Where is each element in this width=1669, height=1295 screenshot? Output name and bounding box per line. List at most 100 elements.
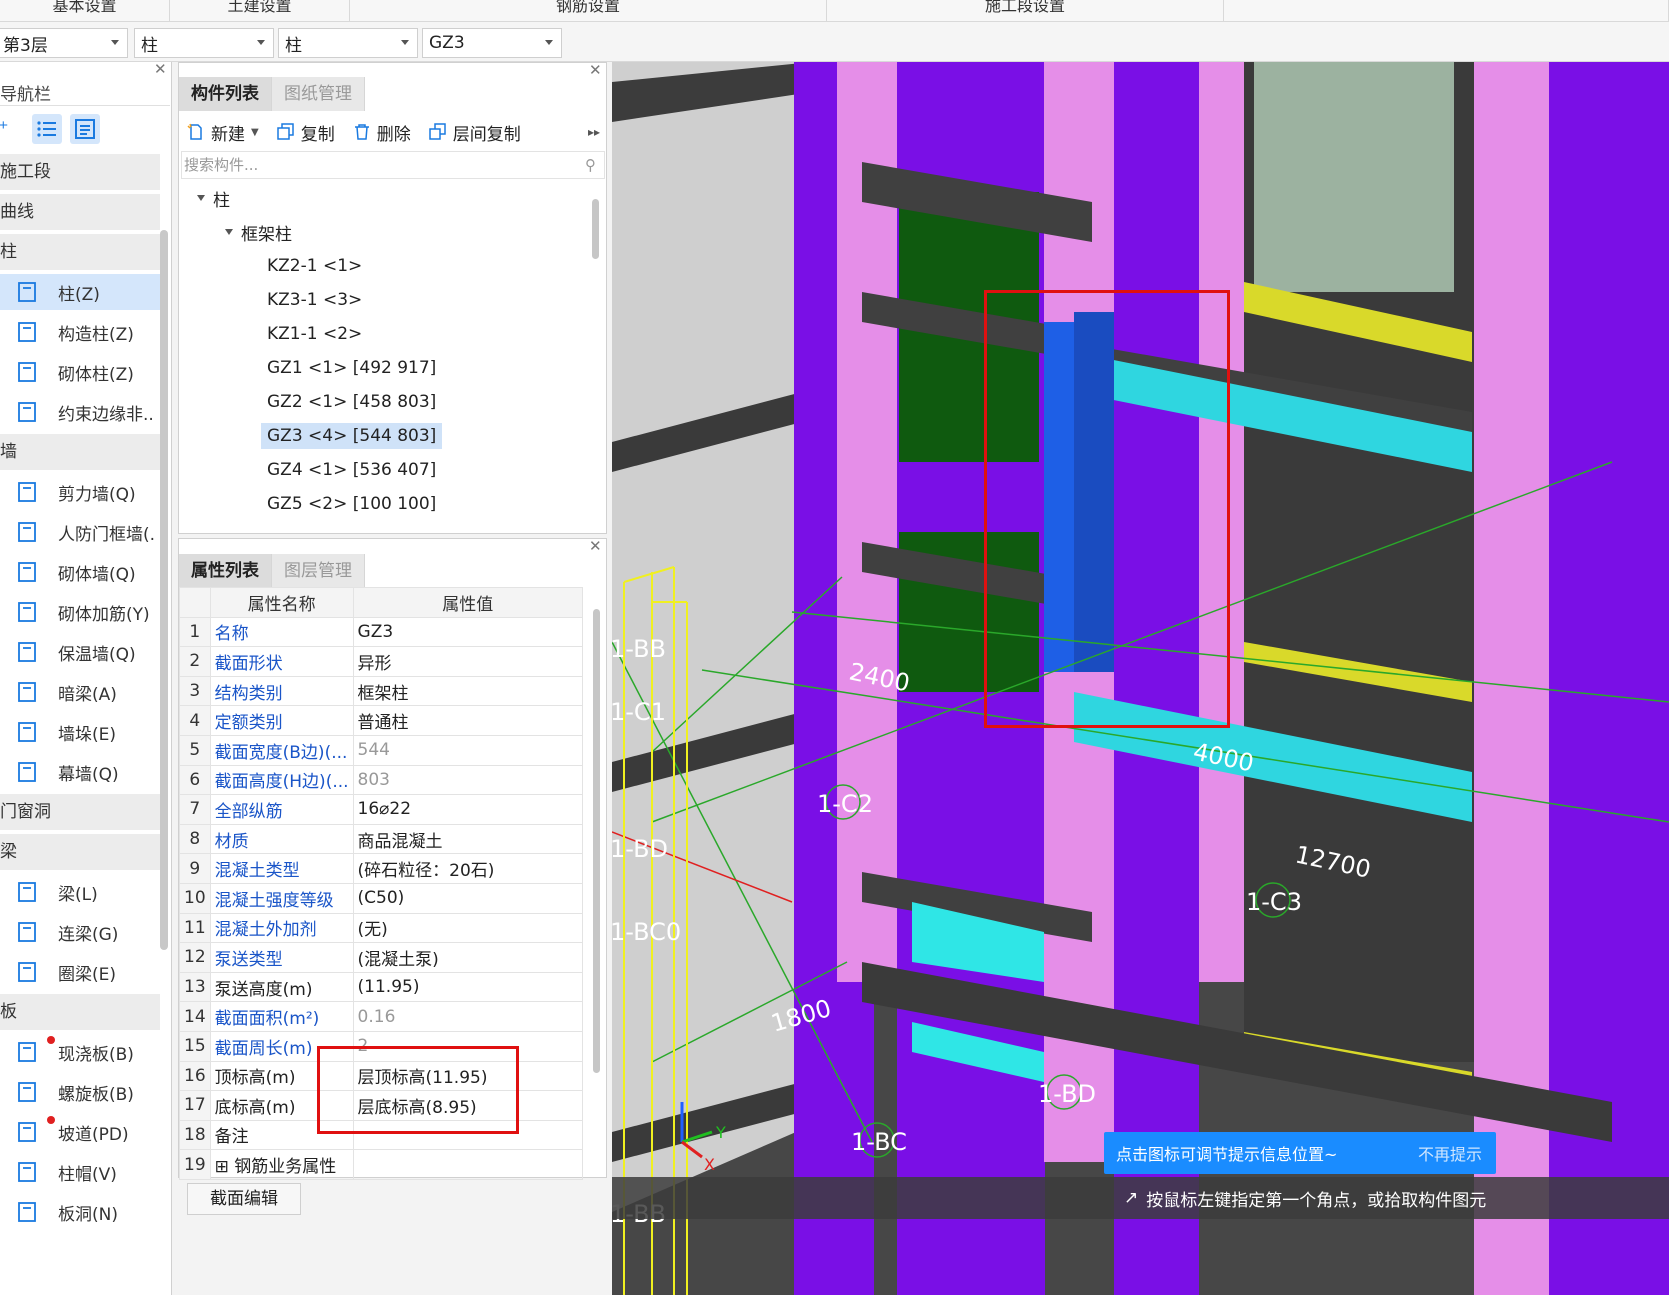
component-select[interactable]: GZ3 <box>422 28 562 58</box>
nav-item[interactable]: 坡道(PD) <box>0 1114 160 1150</box>
nav-item[interactable]: 剪力墙(Q) <box>0 474 160 510</box>
property-value[interactable]: (11.95) <box>352 971 584 1003</box>
property-row[interactable]: 5 截面宽度(B边)(... 544 <box>179 734 584 766</box>
property-value[interactable]: 16⌀22 <box>352 794 584 825</box>
property-row[interactable]: 8 材质 商品混凝土 <box>179 823 584 855</box>
top-tab[interactable]: 钢筋设置 <box>350 0 827 22</box>
property-row[interactable]: 6 截面高度(H边)(... 803 <box>179 764 584 796</box>
new-button[interactable]: 新建 ▼ <box>187 120 259 145</box>
tab-drawing-management[interactable]: 图纸管理 <box>272 77 365 111</box>
property-row[interactable]: 9 混凝土类型 (碎石粒径：20石) <box>179 853 584 884</box>
nav-item[interactable]: 柱帽(V) <box>0 1154 160 1190</box>
property-value[interactable]: 异形 <box>352 646 584 677</box>
more-icon[interactable]: ▸▸ <box>588 125 600 139</box>
tab-property-list[interactable]: 属性列表 <box>179 554 272 588</box>
nav-item[interactable]: 保温墙(Q) <box>0 634 160 670</box>
nav-category[interactable]: 门窗洞 <box>0 794 160 830</box>
property-value[interactable]: GZ3 <box>352 616 584 648</box>
tab-layer-management[interactable]: 图层管理 <box>272 554 365 588</box>
detail-view-icon[interactable] <box>70 114 100 144</box>
property-row[interactable]: 4 定额类别 普通柱 <box>179 705 584 736</box>
nav-item[interactable]: 墙垛(E) <box>0 714 160 750</box>
top-tab[interactable]: 基本设置 <box>0 0 170 22</box>
tree-node[interactable]: GZ3 <4> [544 803] <box>179 419 589 453</box>
add-icon[interactable]: ⁺ <box>0 114 28 144</box>
property-row[interactable]: 11 混凝土外加剂 (无) <box>179 912 584 944</box>
property-value[interactable]: (混凝土泵) <box>352 942 584 973</box>
tree-node[interactable]: GZ4 <1> [536 407] <box>179 453 589 487</box>
floor-select[interactable]: 第3层 <box>0 28 128 58</box>
property-value[interactable]: 普通柱 <box>352 705 584 736</box>
tree-node[interactable]: KZ2-1 <1> <box>179 249 589 283</box>
hint-tooltip[interactable]: 点击图标可调节提示信息位置~ 不再提示 <box>1104 1132 1496 1174</box>
property-row[interactable]: 12 泵送类型 (混凝土泵) <box>179 942 584 973</box>
nav-category[interactable]: 曲线 <box>0 194 160 230</box>
nav-item[interactable]: 约束边缘非.. <box>0 394 160 430</box>
nav-category[interactable]: 墙 <box>0 434 160 470</box>
top-tab[interactable]: 施工段设置 <box>827 0 1224 22</box>
nav-item[interactable]: 梁(L) <box>0 874 160 910</box>
tree-node[interactable]: KZ3-1 <3> <box>179 283 589 317</box>
nav-item[interactable]: 人防门框墙(. <box>0 514 160 550</box>
type-select[interactable]: 柱 <box>278 28 418 58</box>
nav-item[interactable]: 现浇板(B) <box>0 1034 160 1070</box>
tree-node[interactable]: 柱 <box>179 181 589 215</box>
property-row[interactable]: 1 名称 GZ3 <box>179 616 584 648</box>
delete-button[interactable]: 删除 <box>353 120 411 145</box>
nav-scrollbar[interactable] <box>160 230 168 950</box>
property-value[interactable]: 803 <box>352 764 584 796</box>
copy-button[interactable]: 复制 <box>276 120 335 145</box>
tree-node[interactable]: GZ2 <1> [458 803] <box>179 385 589 419</box>
nav-item[interactable]: 螺旋板(B) <box>0 1074 160 1110</box>
section-edit-button[interactable]: 截面编辑 <box>187 1183 301 1215</box>
property-scrollbar[interactable] <box>593 609 600 1073</box>
close-icon[interactable]: ✕ <box>589 537 602 555</box>
category-select[interactable]: 柱 <box>134 28 274 58</box>
tree-node[interactable]: 框架柱 <box>179 215 589 249</box>
tab-component-list[interactable]: 构件列表 <box>179 77 272 111</box>
property-row[interactable]: 3 结构类别 框架柱 <box>179 675 584 707</box>
property-value[interactable]: 544 <box>352 734 584 766</box>
nav-item[interactable]: 砌体加筋(Y) <box>0 594 160 630</box>
nav-category[interactable]: 柱 <box>0 234 160 270</box>
tree-node[interactable]: KZ1-1 <2> <box>179 317 589 351</box>
nav-item[interactable]: 幕墙(Q) <box>0 754 160 790</box>
property-value[interactable]: (无) <box>352 912 584 944</box>
nav-item[interactable]: 板洞(N) <box>0 1194 160 1230</box>
expand-arrow-icon[interactable] <box>197 195 205 201</box>
nav-category[interactable]: 板 <box>0 994 160 1030</box>
dismiss-hint-link[interactable]: 不再提示 <box>1418 1141 1482 1165</box>
close-icon[interactable]: ✕ <box>589 61 602 79</box>
nav-category[interactable]: 梁 <box>0 834 160 870</box>
property-row[interactable]: 7 全部纵筋 16⌀22 <box>179 794 584 825</box>
floor-copy-button[interactable]: 层间复制 <box>428 120 521 145</box>
expand-arrow-icon[interactable] <box>225 229 233 235</box>
property-value[interactable] <box>352 1149 584 1180</box>
nav-item[interactable]: 圈梁(E) <box>0 954 160 990</box>
property-value[interactable]: (C50) <box>352 882 584 914</box>
property-value[interactable]: 商品混凝土 <box>352 823 584 855</box>
property-value[interactable]: 框架柱 <box>352 675 584 707</box>
search-icon[interactable]: ⚲ <box>585 152 596 178</box>
list-view-icon[interactable] <box>32 114 62 144</box>
property-row[interactable]: 13 泵送高度(m) (11.95) <box>179 971 584 1003</box>
top-tab[interactable] <box>1224 0 1669 22</box>
nav-item[interactable]: 砌体柱(Z) <box>0 354 160 390</box>
property-row[interactable]: 10 混凝土强度等级 (C50) <box>179 882 584 914</box>
property-row[interactable]: 14 截面面积(m²) 0.16 <box>179 1001 584 1032</box>
component-search-input[interactable]: 搜索构件... ⚲ <box>181 151 605 179</box>
tree-scrollbar[interactable] <box>592 199 599 259</box>
tree-node[interactable]: GZ5 <2> [100 100] <box>179 487 589 521</box>
3d-viewport[interactable]: 2400 4000 12700 1800 1-C2 1-C3 1-BD 1-BC… <box>612 62 1669 1295</box>
nav-item[interactable]: 连梁(G) <box>0 914 160 950</box>
nav-category[interactable]: 施工段 <box>0 154 160 190</box>
nav-item[interactable]: 暗梁(A) <box>0 674 160 710</box>
nav-item[interactable]: 构造柱(Z) <box>0 314 160 350</box>
property-row[interactable]: 2 截面形状 异形 <box>179 646 584 677</box>
property-value[interactable]: 0.16 <box>352 1001 584 1032</box>
nav-item[interactable]: 柱(Z) <box>0 274 160 310</box>
tree-node[interactable]: GZ1 <1> [492 917] <box>179 351 589 385</box>
nav-item[interactable]: 砌体墙(Q) <box>0 554 160 590</box>
property-value[interactable]: (碎石粒径：20石) <box>352 853 584 884</box>
property-row[interactable]: 19 ⊞ 钢筋业务属性 <box>179 1149 584 1180</box>
